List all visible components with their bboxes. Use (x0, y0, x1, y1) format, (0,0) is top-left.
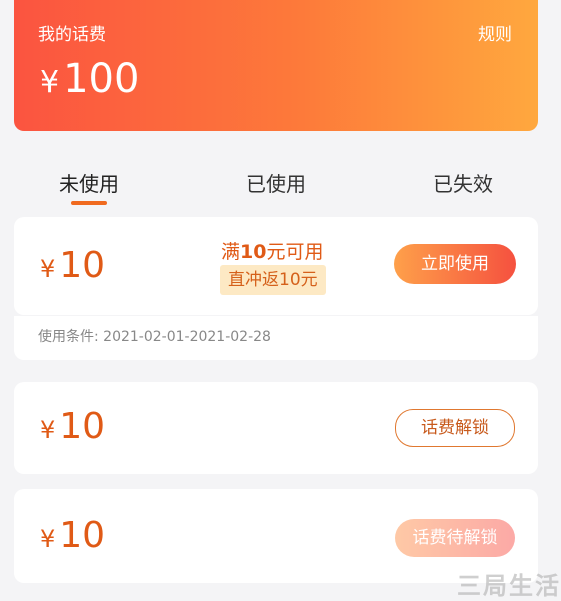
coupon-price: ¥ 10 (40, 245, 105, 286)
coupon-amount: 10 (59, 406, 106, 447)
use-now-button[interactable]: 立即使用 (394, 244, 516, 284)
tab-expired[interactable]: 已失效 (433, 168, 493, 197)
coupon-tabs: 未使用 已使用 已失效 (0, 168, 561, 208)
balance-amount: 100 (63, 56, 140, 102)
currency-symbol: ¥ (40, 525, 56, 553)
tab-unused[interactable]: 未使用 (59, 168, 119, 197)
coupon-card: ¥ 10 话费解锁 (14, 382, 538, 474)
watermark: 三局生活 (457, 572, 561, 600)
balance-display: ¥ 100 (40, 56, 139, 102)
coupon-conditions: 使用条件: 2021-02-01-2021-02-28 (38, 329, 271, 345)
coupon-card: ¥ 10 满10元可用 直冲返10元 立即使用 (14, 217, 538, 315)
balance-header-card: 我的话费 规则 ¥ 100 (14, 0, 538, 131)
tab-used[interactable]: 已使用 (246, 168, 306, 197)
threshold-number: 10 (240, 241, 267, 263)
threshold-prefix: 满 (221, 241, 241, 263)
pending-unlock-button[interactable]: 话费待解锁 (395, 519, 515, 557)
coupon-conditions-row: 使用条件: 2021-02-01-2021-02-28 (14, 316, 538, 360)
active-tab-indicator (71, 201, 107, 205)
coupon-threshold: 满10元可用 (221, 237, 323, 264)
cashback-badge: 直冲返10元 (220, 265, 326, 295)
unlock-button[interactable]: 话费解锁 (395, 409, 515, 447)
currency-symbol: ¥ (40, 255, 56, 283)
coupon-price: ¥ 10 (40, 515, 105, 556)
coupon-amount: 10 (59, 515, 106, 556)
currency-symbol: ¥ (40, 416, 56, 444)
coupon-price: ¥ 10 (40, 406, 105, 447)
coupon-amount: 10 (59, 245, 106, 286)
rules-link[interactable]: 规则 (478, 20, 512, 45)
header-title: 我的话费 (38, 25, 106, 45)
currency-symbol: ¥ (40, 65, 60, 100)
threshold-suffix: 元可用 (266, 241, 324, 263)
